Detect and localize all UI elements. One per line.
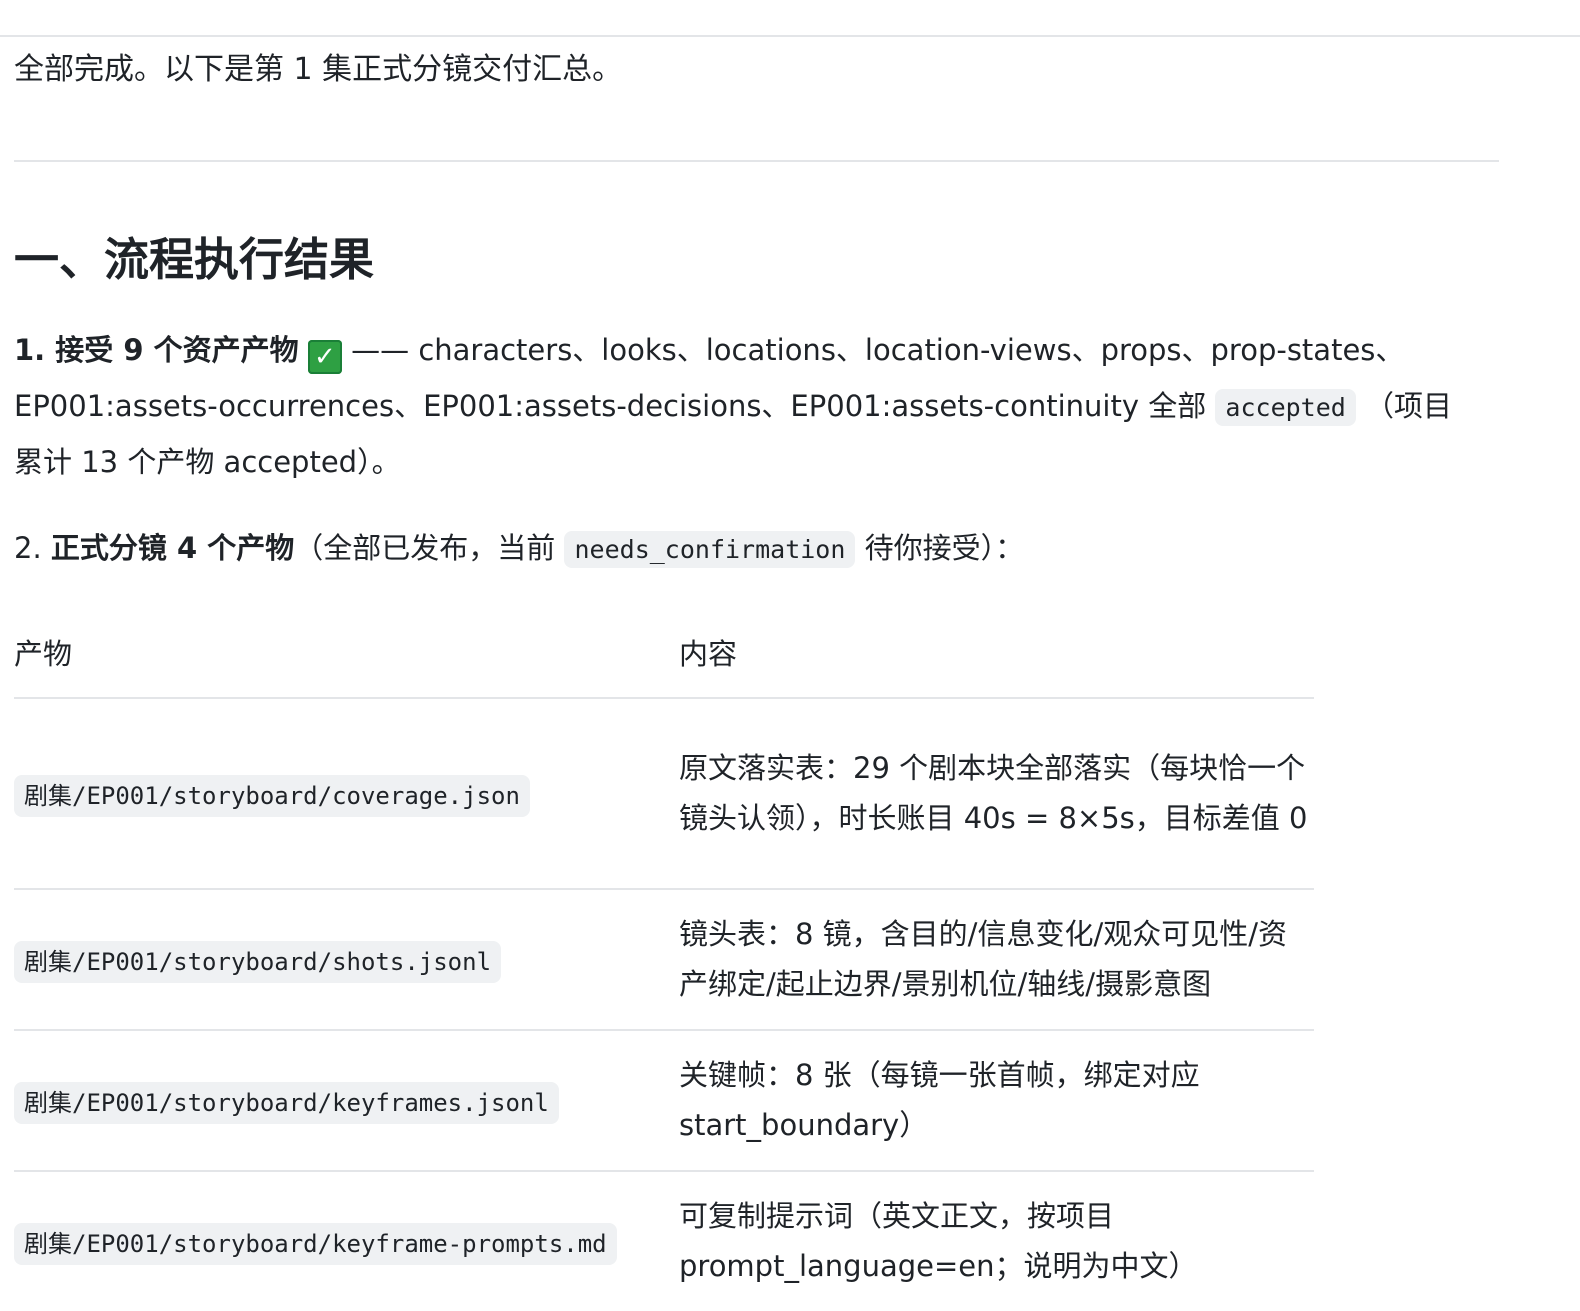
needs-confirmation-code: needs_confirmation bbox=[564, 531, 856, 568]
path-cell: 剧集/EP001/storyboard/coverage.json bbox=[14, 775, 679, 817]
item-2-text: （全部已发布，当前 bbox=[294, 531, 565, 565]
content-cell: 镜头表：8 镜，含目的/信息变化/观众可见性/资产绑定/起止边界/景别机位/轴线… bbox=[679, 917, 1287, 1001]
artifact-path: 剧集/EP001/storyboard/shots.jsonl bbox=[14, 941, 502, 983]
artifacts-table: 产物 内容 剧集/EP001/storyboard/coverage.json … bbox=[14, 620, 1314, 1311]
header-artifact: 产物 bbox=[14, 637, 73, 671]
content-cell: 关键帧：8 张（每镜一张首帧，绑定对应 start_boundary） bbox=[679, 1058, 1200, 1142]
item-2-label: 正式分镜 4 个产物 bbox=[50, 531, 295, 565]
result-item-2: 2. 正式分镜 4 个产物（全部已发布，当前 needs_confirmatio… bbox=[14, 521, 1479, 578]
result-item-1: 1. 接受 9 个资产产物 ✓ —— characters、looks、loca… bbox=[14, 323, 1479, 491]
table-row: 剧集/EP001/storyboard/coverage.json 原文落实表：… bbox=[14, 699, 1314, 890]
item-2-tail: 待你接受）： bbox=[855, 531, 1025, 565]
table-header: 产物 内容 bbox=[14, 620, 1314, 699]
path-cell: 剧集/EP001/storyboard/keyframe-prompts.md bbox=[14, 1223, 679, 1265]
section-title: 一、流程执行结果 bbox=[14, 233, 375, 286]
header-content: 内容 bbox=[679, 637, 738, 671]
intro-text: 全部完成。以下是第 1 集正式分镜交付汇总。 bbox=[14, 52, 623, 87]
artifact-path: 剧集/EP001/storyboard/keyframes.jsonl bbox=[14, 1082, 559, 1124]
table-row: 剧集/EP001/storyboard/keyframes.jsonl 关键帧：… bbox=[14, 1031, 1314, 1172]
artifact-path: 剧集/EP001/storyboard/coverage.json bbox=[14, 775, 530, 817]
item-2-number: 2. bbox=[14, 531, 51, 565]
content-cell: 原文落实表：29 个剧本块全部落实（每块恰一个镜头认领），时长账目 40s = … bbox=[679, 751, 1308, 835]
table-row: 剧集/EP001/storyboard/shots.jsonl 镜头表：8 镜，… bbox=[14, 890, 1314, 1031]
table-row: 剧集/EP001/storyboard/keyframe-prompts.md … bbox=[14, 1172, 1314, 1311]
content-cell: 可复制提示词（英文正文，按项目 prompt_language=en；说明为中文… bbox=[679, 1199, 1198, 1283]
top-divider bbox=[0, 35, 1580, 37]
item-1-label: 1. 接受 9 个资产产物 bbox=[14, 333, 299, 367]
path-cell: 剧集/EP001/storyboard/keyframes.jsonl bbox=[14, 1082, 679, 1124]
accepted-code: accepted bbox=[1215, 388, 1356, 426]
artifact-path: 剧集/EP001/storyboard/keyframe-prompts.md bbox=[14, 1223, 617, 1265]
horizontal-rule bbox=[14, 160, 1499, 162]
path-cell: 剧集/EP001/storyboard/shots.jsonl bbox=[14, 941, 679, 983]
check-mark-icon: ✓ bbox=[307, 340, 342, 374]
